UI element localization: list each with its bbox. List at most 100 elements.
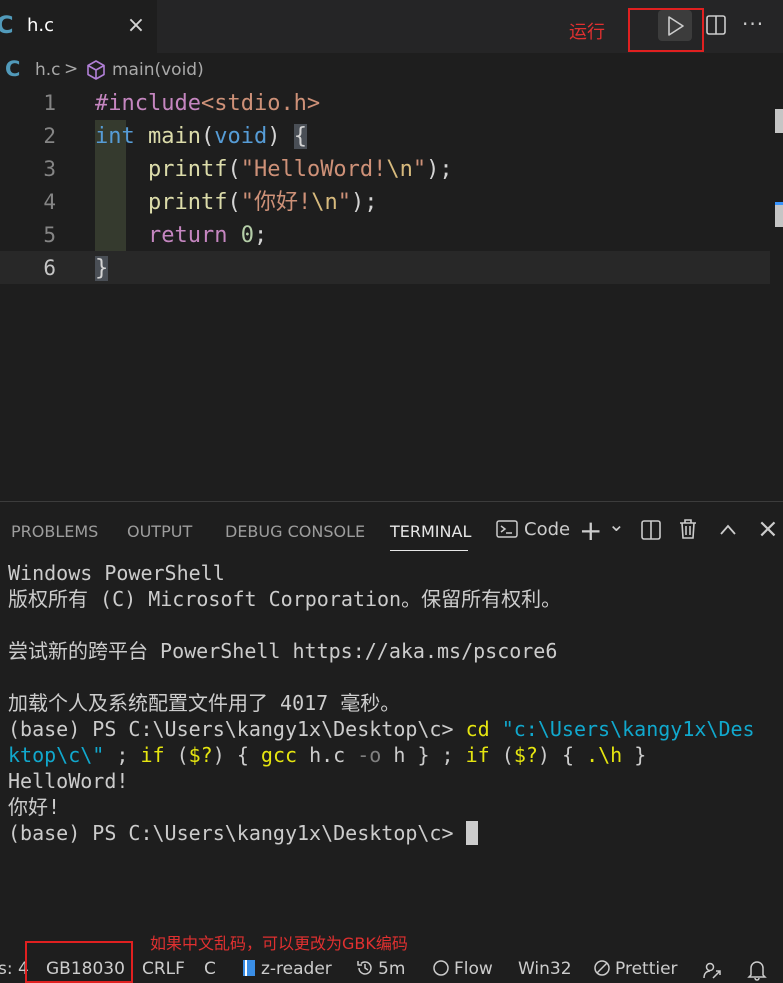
code-token: void: [214, 124, 268, 149]
code-token: "HelloWord!: [240, 157, 387, 182]
code-token: #include: [95, 91, 201, 116]
terminal-token: (: [489, 743, 514, 767]
breadcrumb: C h.c > main(void): [0, 53, 783, 87]
code-token: printf: [147, 157, 228, 182]
status-reader-label: z-reader: [261, 959, 332, 979]
book-icon: [243, 960, 255, 976]
code-editor[interactable]: 1 #include<stdio.h> 2 int main(void) {3 pri…: [0, 87, 783, 501]
terminal-token: ) {: [537, 743, 587, 767]
code-token: );: [426, 157, 453, 182]
tab-problems[interactable]: PROBLEMS: [11, 522, 98, 541]
terminal-line: Windows PowerShell: [8, 560, 755, 586]
terminal-token: 你好!: [8, 795, 61, 819]
line-number: 1: [43, 91, 56, 115]
chevron-down-icon[interactable]: ⌄: [608, 512, 625, 536]
terminal-icon: [496, 520, 518, 538]
status-language[interactable]: C: [204, 959, 216, 979]
code-token: (: [200, 124, 215, 149]
line-number: 2: [43, 124, 56, 148]
code-token: }: [95, 256, 109, 281]
feedback-icon[interactable]: [702, 960, 722, 980]
terminal-token: $?: [513, 743, 538, 767]
terminal-token: ;: [104, 743, 141, 767]
split-editor-icon[interactable]: [705, 14, 727, 36]
code-token: <stdio.h>: [200, 91, 321, 116]
terminal-token: .\h: [586, 743, 623, 767]
bell-icon[interactable]: [747, 959, 767, 981]
status-eol[interactable]: CRLF: [142, 959, 185, 979]
status-time[interactable]: 5m: [356, 959, 405, 979]
code-token: (: [227, 190, 241, 215]
code-token: ": [412, 157, 427, 182]
terminal-selector-label: Code: [524, 519, 571, 540]
status-flow[interactable]: Flow: [432, 959, 493, 979]
c-language-icon: C: [5, 57, 21, 81]
terminal-token: "c:\Users\kangy1x\Des: [501, 717, 755, 741]
code-token: int: [95, 124, 135, 149]
tab-terminal[interactable]: TERMINAL: [390, 522, 471, 541]
terminal-token: 尝试新的跨平台 PowerShell https://aka.ms/pscore…: [8, 639, 558, 663]
status-platform[interactable]: Win32: [518, 959, 572, 979]
terminal-token: 版权所有 (C) Microsoft Corporation。保留所有权利。: [8, 587, 562, 611]
line-number: 3: [43, 157, 56, 181]
code-token: "你好!: [240, 190, 312, 215]
terminal-token: (base) PS C:\Users\kangy1x\Desktop\c>: [8, 717, 466, 741]
terminal-token: (: [164, 743, 189, 767]
terminal-line: ktop\c\" ; if ($?) { gcc h.c -o h } ; if…: [8, 742, 755, 768]
terminal-token: ) {: [212, 743, 261, 767]
code-text: return 0;: [95, 219, 267, 252]
line-number: 5: [43, 223, 56, 247]
new-terminal-icon[interactable]: +: [579, 514, 602, 547]
terminal-line: 你好!: [8, 794, 755, 820]
trash-icon[interactable]: [678, 518, 698, 540]
more-actions-icon[interactable]: ···: [742, 12, 764, 36]
terminal-line: 加载个人及系统配置文件用了 4017 毫秒。: [8, 690, 755, 716]
history-icon: [357, 961, 372, 975]
code-token: );: [350, 190, 378, 215]
code-text: }: [95, 252, 109, 285]
breadcrumb-separator: >: [64, 59, 79, 79]
terminal-token: gcc: [260, 743, 298, 767]
terminal-token: }: [622, 743, 647, 767]
current-line-highlight: [0, 251, 770, 284]
breadcrumb-symbol[interactable]: main(void): [112, 60, 204, 80]
scrollbar-marker: [775, 205, 783, 227]
terminal-token: -o: [357, 743, 382, 767]
code-token: 0: [240, 223, 254, 248]
terminal-token: $?: [188, 743, 213, 767]
breadcrumb-file[interactable]: h.c: [35, 60, 61, 80]
terminal-token: ktop\c\": [8, 743, 105, 767]
terminal-selector[interactable]: Code: [496, 519, 570, 540]
encoding-highlight-box: [25, 941, 133, 983]
terminal-token: cd: [465, 717, 490, 741]
terminal-line: (base) PS C:\Users\kangy1x\Desktop\c>: [8, 820, 755, 846]
code-text: #include<stdio.h>: [95, 87, 320, 120]
terminal-output[interactable]: Windows PowerShell 版权所有 (C) Microsoft Cor…: [8, 560, 755, 846]
status-prettier[interactable]: Prettier: [593, 959, 678, 979]
active-tab-underline: [390, 550, 468, 551]
code-text: printf("HelloWord!\n");: [95, 153, 453, 186]
code-token: ;: [253, 223, 268, 248]
prohibited-icon: [594, 960, 610, 976]
editor-tab-h-c[interactable]: C h.c ×: [0, 0, 157, 53]
tab-output[interactable]: OUTPUT: [127, 522, 192, 541]
terminal-line: 版权所有 (C) Microsoft Corporation。保留所有权利。: [8, 586, 755, 612]
close-tab-icon[interactable]: ×: [124, 12, 148, 40]
split-terminal-icon[interactable]: [640, 519, 662, 541]
status-reader[interactable]: z-reader: [241, 959, 332, 979]
maximize-panel-icon[interactable]: [718, 520, 738, 540]
c-language-icon: C: [0, 11, 14, 39]
run-annotation-label: 运行: [569, 22, 605, 43]
code-token: ): [267, 124, 294, 149]
close-panel-icon[interactable]: ×: [757, 514, 779, 544]
tab-title: h.c: [27, 15, 55, 36]
tab-debug-console[interactable]: DEBUG CONSOLE: [225, 522, 365, 541]
terminal-line: HelloWord!: [8, 768, 755, 794]
terminal-token: h } ;: [381, 743, 466, 767]
